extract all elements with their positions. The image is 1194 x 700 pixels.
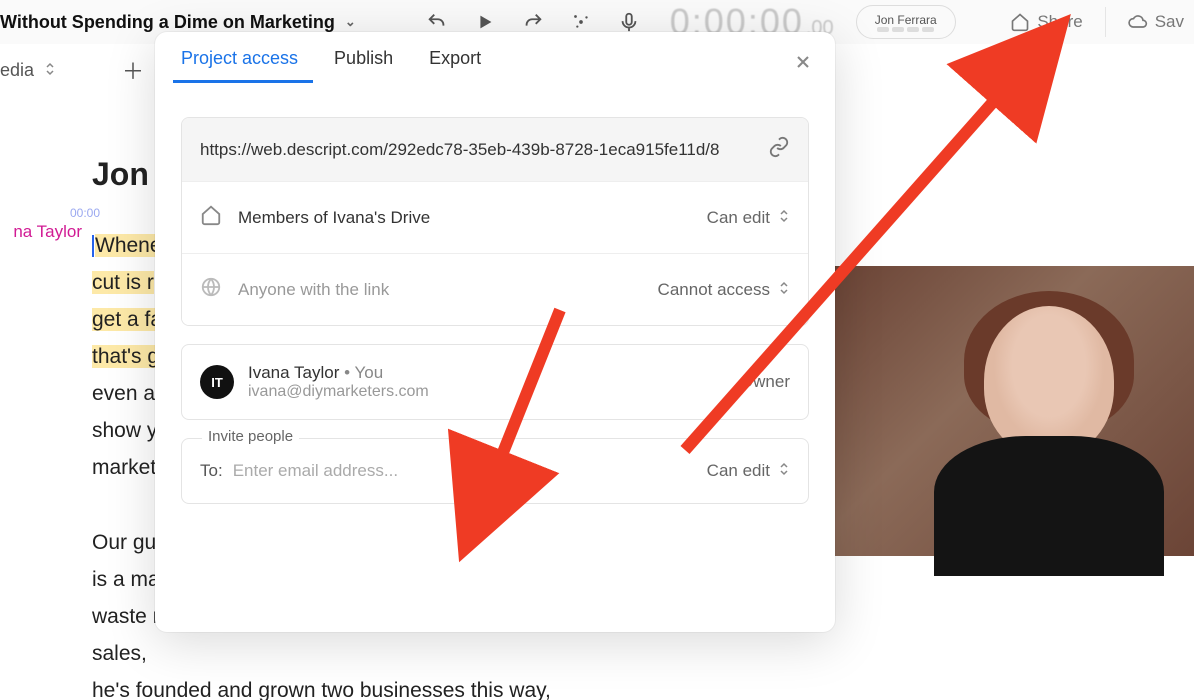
member-email: ivana@diymarketers.com (248, 383, 726, 401)
member-row: IT Ivana Taylor • You ivana@diymarketers… (182, 345, 808, 419)
media-dropdown[interactable]: edia (0, 60, 56, 81)
playback-controls (426, 11, 640, 33)
speaker-label[interactable]: na Taylor (0, 222, 82, 242)
invite-email-input[interactable] (233, 461, 697, 481)
updown-icon (778, 461, 790, 481)
share-link-row: https://web.descript.com/292edc78-35eb-4… (182, 118, 808, 181)
home-icon (1010, 12, 1030, 32)
project-title-dropdown[interactable]: Without Spending a Dime on Marketing ⌄ (0, 12, 362, 33)
anyone-permission-row: Anyone with the link Cannot access (182, 253, 808, 325)
avatar: IT (200, 365, 234, 399)
invite-to-label: To: (200, 461, 223, 481)
save-label: Sav (1155, 12, 1184, 32)
invite-permission-dropdown[interactable]: Can edit (707, 461, 790, 481)
you-tag: You (354, 363, 383, 382)
anyone-permission-dropdown[interactable]: Cannot access (658, 280, 790, 300)
share-modal: Project access Publish Export https://we… (155, 32, 835, 632)
share-button[interactable]: Share (1010, 12, 1082, 32)
modal-tabs: Project access Publish Export (155, 32, 835, 83)
tab-project-access[interactable]: Project access (181, 48, 298, 83)
invite-legend: Invite people (202, 428, 299, 445)
microphone-icon[interactable] (618, 11, 640, 33)
timecode: 00:00 (70, 206, 100, 220)
video-preview[interactable] (834, 266, 1194, 556)
tab-export[interactable]: Export (429, 48, 481, 83)
members-permission-label: Members of Ivana's Drive (238, 208, 691, 228)
person-silhouette (904, 296, 1164, 556)
share-link-field[interactable]: https://web.descript.com/292edc78-35eb-4… (200, 140, 754, 160)
link-and-permissions-box: https://web.descript.com/292edc78-35eb-4… (181, 117, 809, 326)
share-label: Share (1037, 12, 1082, 32)
sparkle-icon[interactable] (570, 11, 592, 33)
chevron-down-icon: ⌄ (345, 14, 356, 30)
undo-icon[interactable] (426, 11, 448, 33)
copy-link-icon[interactable] (768, 136, 790, 163)
anyone-permission-label: Anyone with the link (238, 280, 642, 300)
members-box: IT Ivana Taylor • You ivana@diymarketers… (181, 344, 809, 420)
waveform-icon (877, 27, 934, 32)
globe-icon (200, 276, 222, 303)
active-tab-indicator (173, 80, 313, 83)
updown-icon (44, 60, 56, 81)
members-permission-dropdown[interactable]: Can edit (707, 208, 790, 228)
home-icon (200, 204, 222, 231)
member-name: Ivana Taylor (248, 363, 339, 382)
speaker-pill-name: Jon Ferrara (875, 13, 937, 27)
media-label: edia (0, 60, 34, 81)
project-title: Without Spending a Dime on Marketing (0, 12, 335, 33)
member-role: Owner (740, 372, 790, 392)
play-icon[interactable] (474, 11, 496, 33)
plus-icon: ＋ (122, 54, 144, 86)
cloud-icon (1128, 12, 1148, 32)
speaker-pill[interactable]: Jon Ferrara (856, 5, 956, 39)
tab-publish[interactable]: Publish (334, 48, 393, 83)
redo-icon[interactable] (522, 11, 544, 33)
save-button[interactable]: Sav (1128, 12, 1184, 32)
close-icon[interactable] (793, 52, 813, 77)
updown-icon (778, 208, 790, 228)
updown-icon (778, 280, 790, 300)
divider (1105, 7, 1106, 37)
text-cursor (92, 235, 94, 257)
members-permission-row: Members of Ivana's Drive Can edit (182, 181, 808, 253)
invite-box: Invite people To: Can edit (181, 438, 809, 504)
